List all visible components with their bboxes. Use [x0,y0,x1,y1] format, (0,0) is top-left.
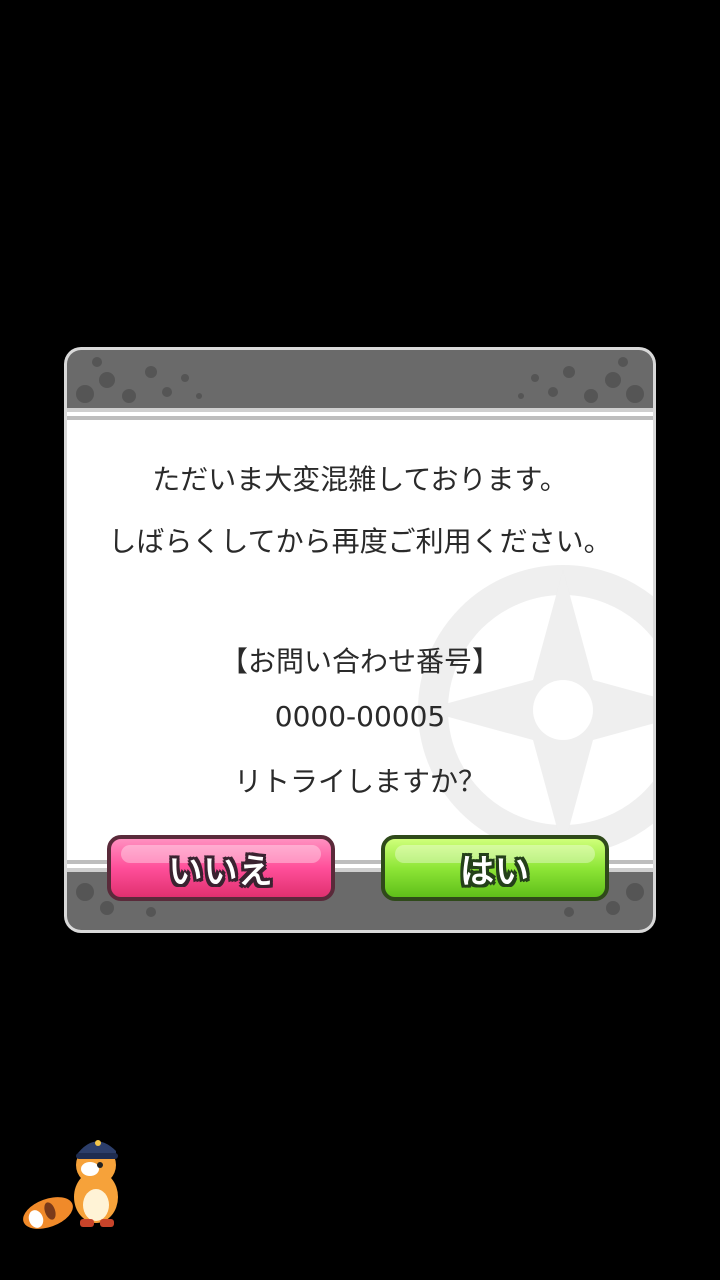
no-button[interactable]: いいえ [107,835,335,901]
yes-button[interactable]: はい [381,835,609,901]
no-button-label: いいえ [168,851,274,892]
message-line-1: ただいま大変混雑しております。 [152,463,568,496]
inquiry-label: 【お問い合わせ番号】 [219,645,500,678]
raccoon-mascot-icon [23,1140,118,1229]
yes-button-label: はい [460,851,530,892]
dialog-header-band [67,350,653,420]
dot-pattern-right [518,357,644,403]
retry-dialog: ただいま大変混雑しております。 しばらくしてから再度ご利用ください。 【お問い合… [67,350,653,930]
retry-question: リトライしますか？ [233,765,486,798]
inquiry-number: 0000-00005 [274,700,446,733]
dot-pattern-left [76,357,202,403]
message-line-2: しばらくしてから再度ご利用ください。 [108,525,612,558]
